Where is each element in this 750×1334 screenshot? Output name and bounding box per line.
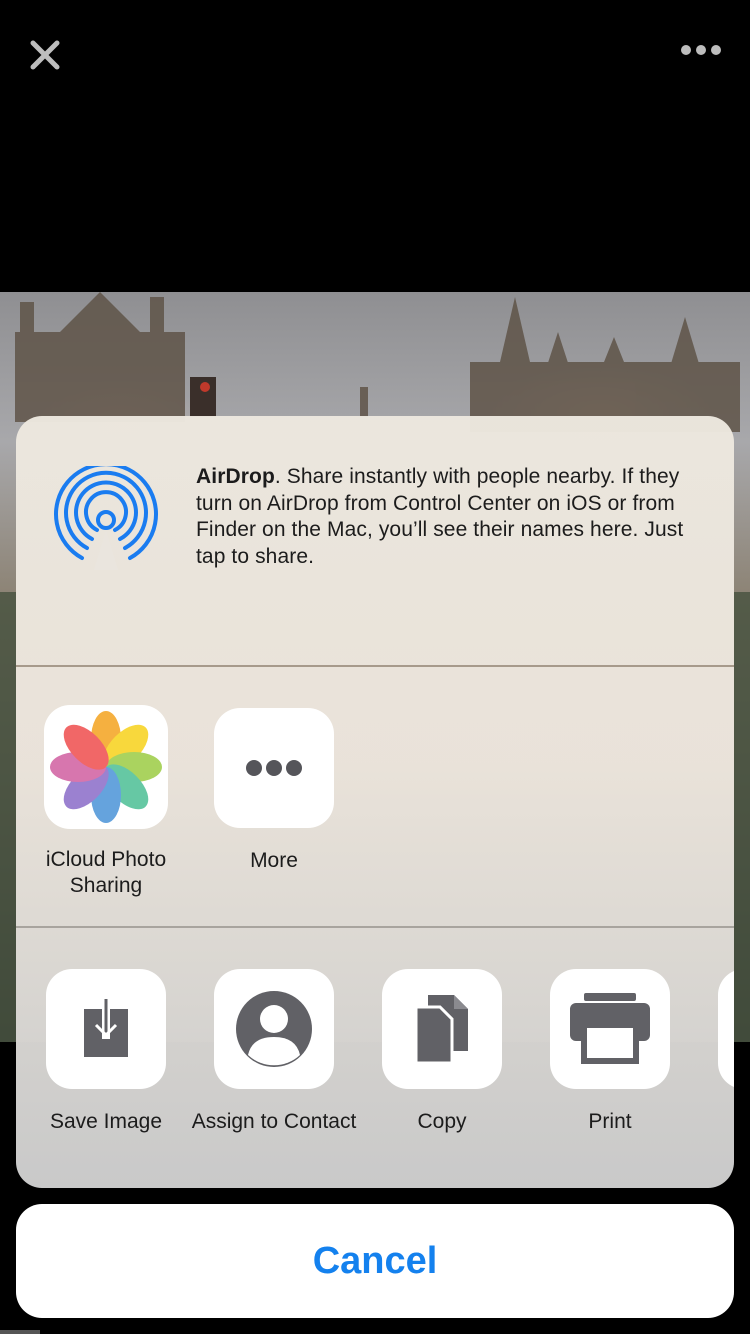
print-icon bbox=[570, 993, 650, 1064]
action-partial[interactable]: Sa bbox=[694, 969, 734, 1135]
ellipsis-icon bbox=[681, 45, 721, 55]
airdrop-description: AirDrop. Share instantly with people nea… bbox=[196, 464, 708, 570]
action-save-image[interactable]: Save Image bbox=[22, 969, 190, 1135]
action-label: Assign to Contact bbox=[191, 1110, 357, 1133]
action-copy[interactable]: Copy bbox=[358, 969, 526, 1135]
app-label: iCloud Photo Sharing bbox=[45, 848, 167, 897]
action-print[interactable]: Print bbox=[526, 969, 694, 1135]
partial-icon-box bbox=[718, 969, 734, 1089]
action-assign-to-contact[interactable]: Assign to Contact bbox=[190, 969, 358, 1135]
airdrop-section[interactable]: AirDrop. Share instantly with people nea… bbox=[16, 416, 734, 666]
action-label: Save Image bbox=[49, 1110, 163, 1133]
close-button[interactable] bbox=[28, 38, 62, 72]
save-image-icon-box bbox=[46, 969, 166, 1089]
more-icon-box bbox=[214, 708, 334, 828]
app-icloud-photo-sharing[interactable]: iCloud Photo Sharing bbox=[22, 705, 190, 899]
app-row: iCloud Photo Sharing More bbox=[16, 667, 734, 926]
action-label: Print bbox=[588, 1110, 632, 1133]
contact-icon bbox=[236, 991, 312, 1067]
print-icon-box bbox=[550, 969, 670, 1089]
bottom-edge-indicator bbox=[0, 1330, 40, 1334]
photos-icon bbox=[50, 711, 162, 823]
close-icon bbox=[30, 40, 60, 70]
action-label: Sa bbox=[694, 1109, 734, 1135]
share-screen: AirDrop. Share instantly with people nea… bbox=[0, 0, 750, 1334]
photos-icon-box bbox=[44, 705, 168, 829]
app-label: More bbox=[250, 849, 298, 872]
airdrop-icon bbox=[54, 466, 158, 570]
action-label: Copy bbox=[417, 1110, 467, 1133]
app-more[interactable]: More bbox=[190, 708, 358, 874]
action-row: Save Image Assign to Contact Copy Print bbox=[16, 928, 734, 1188]
share-sheet: AirDrop. Share instantly with people nea… bbox=[16, 416, 734, 1188]
ellipsis-icon bbox=[246, 760, 302, 776]
save-image-icon bbox=[84, 999, 128, 1057]
copy-icon-box bbox=[382, 969, 502, 1089]
more-options-button[interactable] bbox=[676, 38, 726, 62]
copy-icon bbox=[414, 995, 468, 1065]
airdrop-title: AirDrop bbox=[196, 465, 275, 488]
cancel-button[interactable]: Cancel bbox=[16, 1204, 734, 1318]
contact-icon-box bbox=[214, 969, 334, 1089]
